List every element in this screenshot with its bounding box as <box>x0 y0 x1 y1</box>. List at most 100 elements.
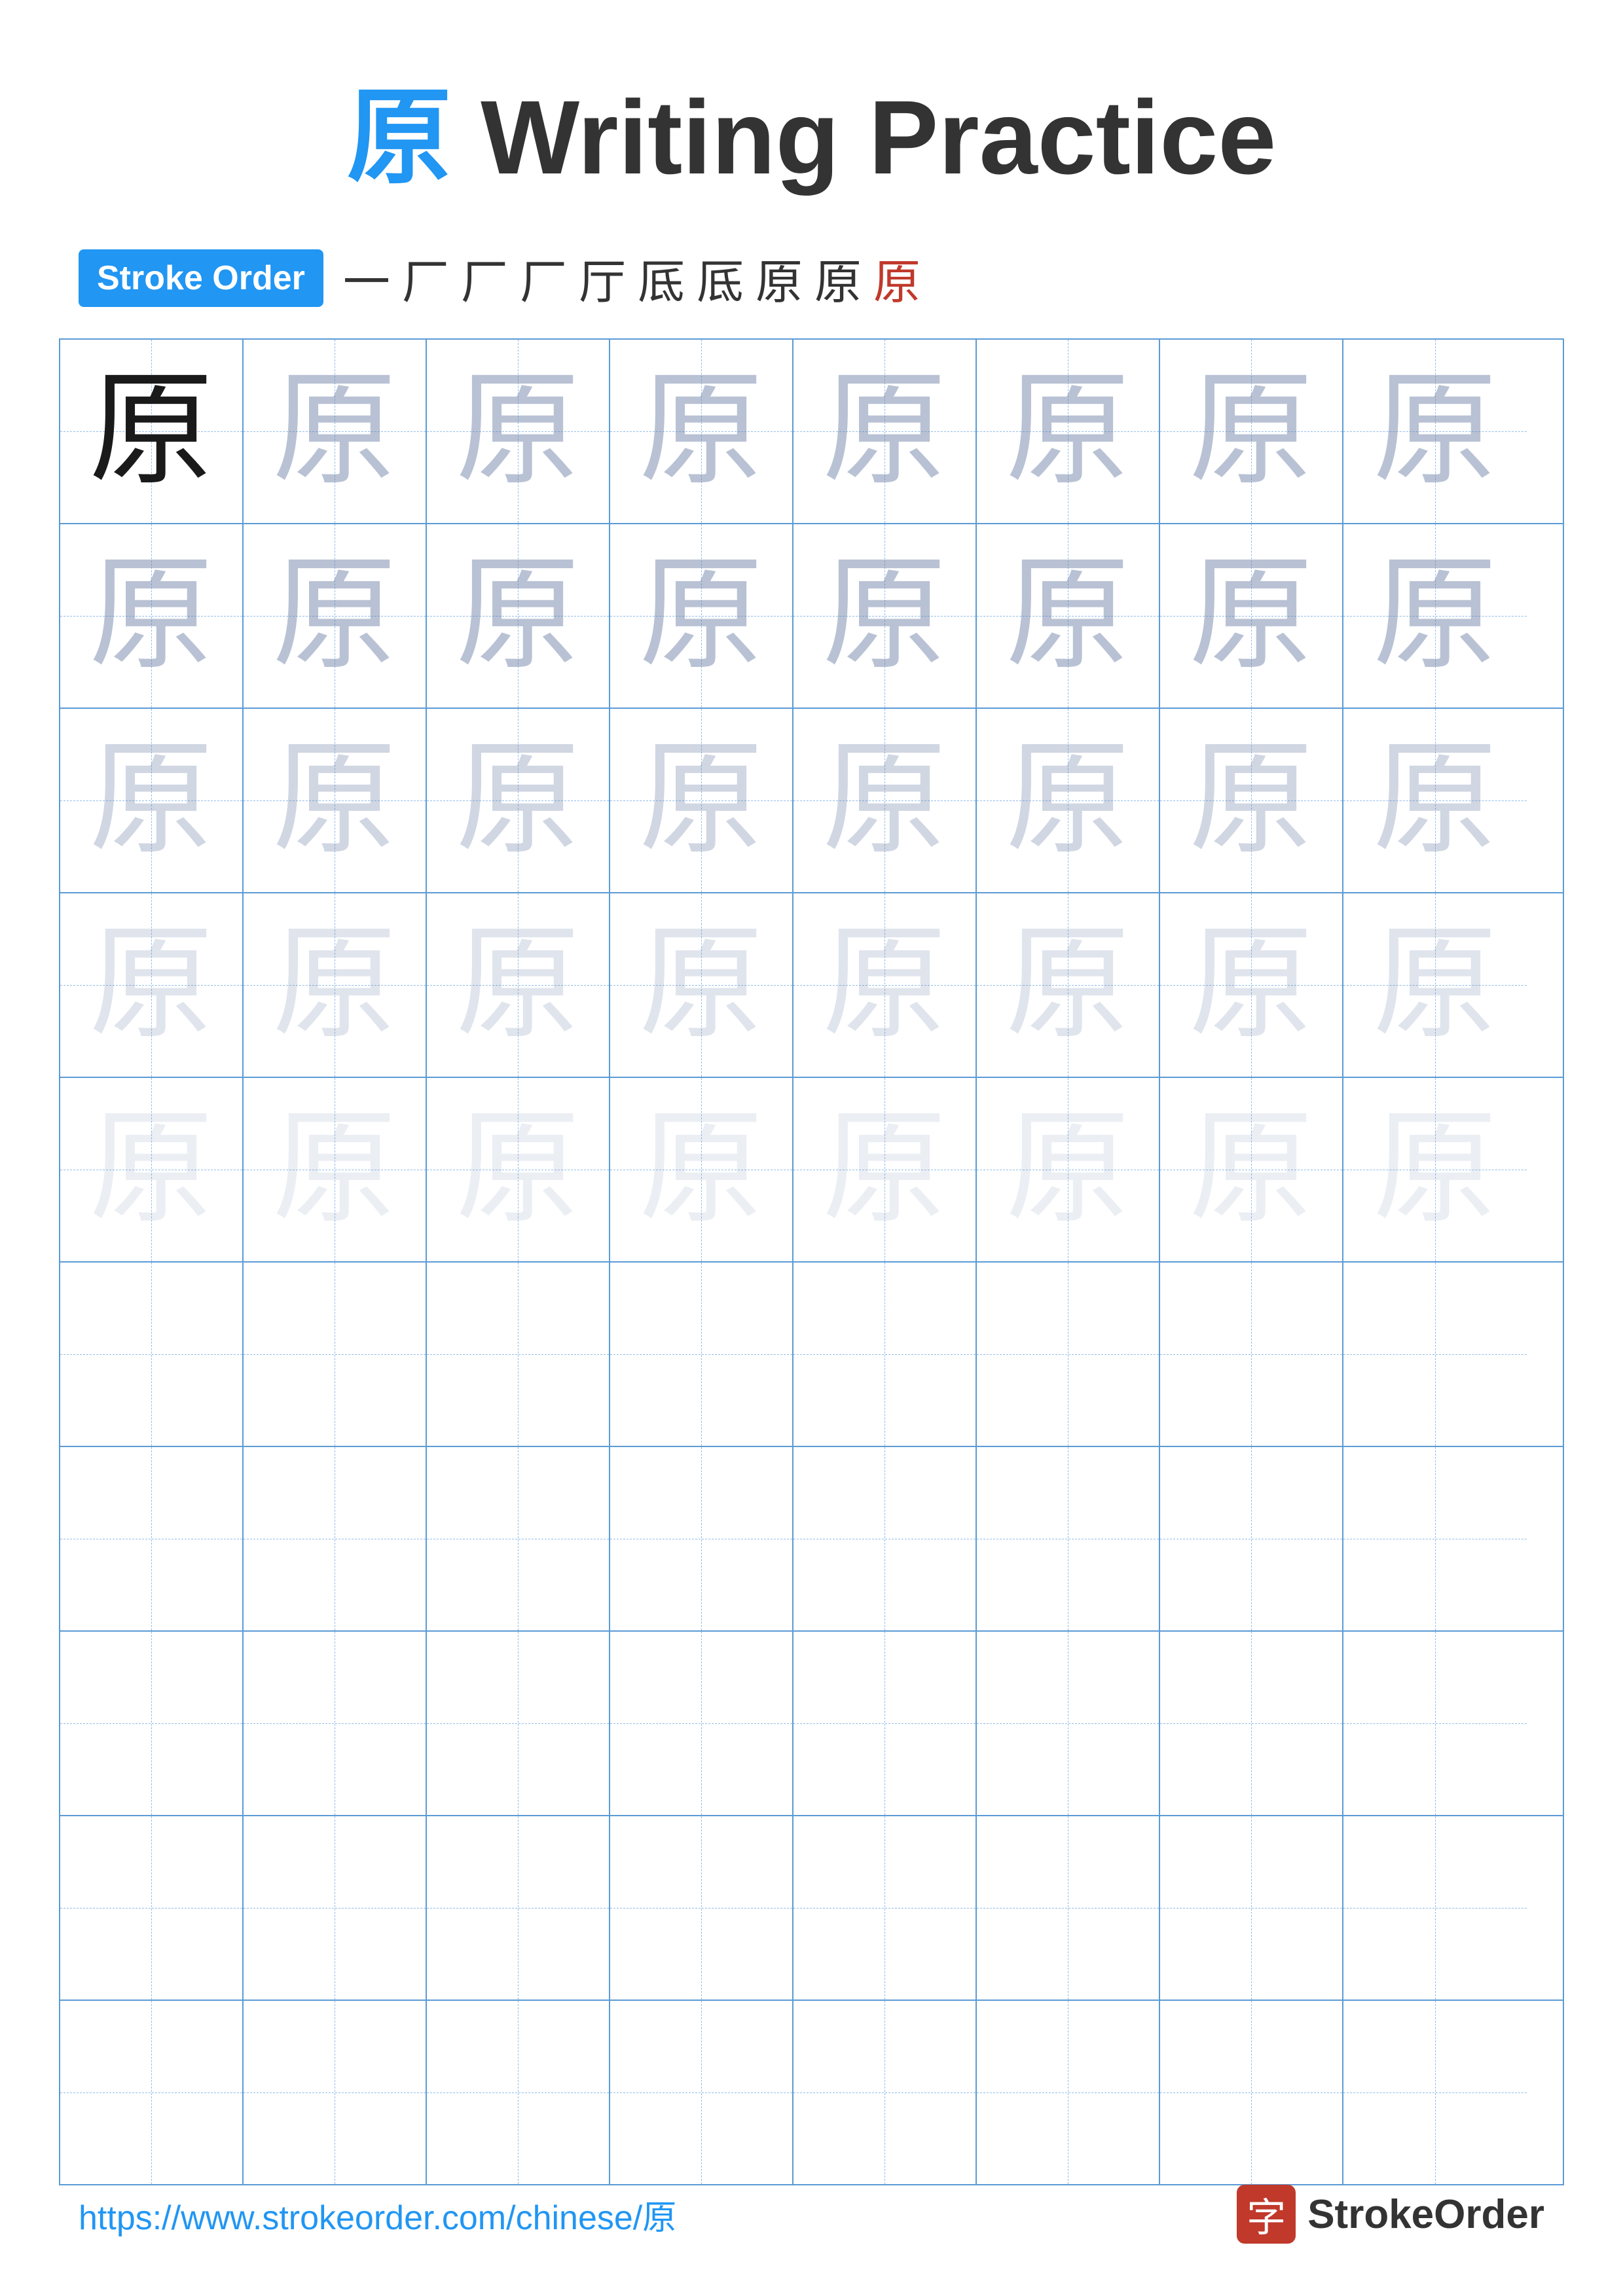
grid-cell-2-5[interactable]: 原 <box>977 709 1160 892</box>
grid-cell-8-5[interactable] <box>977 1816 1160 2000</box>
grid-cell-4-0[interactable]: 原 <box>60 1078 244 1261</box>
grid-cell-1-2[interactable]: 原 <box>427 524 610 708</box>
grid-cell-9-0[interactable] <box>60 2001 244 2184</box>
page-title: 原 Writing Practice <box>0 0 1623 204</box>
cell-character: 原 <box>89 554 213 678</box>
grid-cell-4-3[interactable]: 原 <box>610 1078 793 1261</box>
cell-character: 原 <box>1189 1107 1313 1232</box>
grid-cell-6-7[interactable] <box>1343 1447 1527 1630</box>
cell-character: 原 <box>639 554 763 678</box>
grid-cell-5-6[interactable] <box>1160 1263 1343 1446</box>
grid-cell-6-2[interactable] <box>427 1447 610 1630</box>
grid-cell-6-1[interactable] <box>244 1447 427 1630</box>
grid-cell-3-5[interactable]: 原 <box>977 893 1160 1077</box>
grid-cell-9-7[interactable] <box>1343 2001 1527 2184</box>
footer-url[interactable]: https://www.strokeorder.com/chinese/原 <box>79 2190 676 2239</box>
grid-cell-1-7[interactable]: 原 <box>1343 524 1527 708</box>
grid-cell-7-4[interactable] <box>793 1632 977 1815</box>
footer-logo: 字 StrokeOrder <box>1237 2185 1544 2244</box>
cell-character: 原 <box>822 369 947 493</box>
stroke-step-1: 厂 <box>402 243 449 312</box>
grid-cell-9-2[interactable] <box>427 2001 610 2184</box>
grid-row-0: 原原原原原原原原 <box>60 340 1563 524</box>
grid-cell-9-6[interactable] <box>1160 2001 1343 2184</box>
grid-cell-8-6[interactable] <box>1160 1816 1343 2000</box>
grid-cell-5-5[interactable] <box>977 1263 1160 1446</box>
grid-cell-9-1[interactable] <box>244 2001 427 2184</box>
grid-cell-0-1[interactable]: 原 <box>244 340 427 523</box>
cell-character: 原 <box>89 369 213 493</box>
grid-cell-5-2[interactable] <box>427 1263 610 1446</box>
grid-cell-7-1[interactable] <box>244 1632 427 1815</box>
grid-row-1: 原原原原原原原原 <box>60 524 1563 709</box>
grid-cell-1-3[interactable]: 原 <box>610 524 793 708</box>
grid-cell-7-7[interactable] <box>1343 1632 1527 1815</box>
cell-character: 原 <box>639 923 763 1047</box>
grid-cell-1-5[interactable]: 原 <box>977 524 1160 708</box>
grid-cell-3-3[interactable]: 原 <box>610 893 793 1077</box>
grid-cell-5-3[interactable] <box>610 1263 793 1446</box>
cell-character: 原 <box>639 369 763 493</box>
grid-cell-3-2[interactable]: 原 <box>427 893 610 1077</box>
grid-cell-2-6[interactable]: 原 <box>1160 709 1343 892</box>
grid-cell-2-3[interactable]: 原 <box>610 709 793 892</box>
grid-cell-4-4[interactable]: 原 <box>793 1078 977 1261</box>
grid-cell-4-5[interactable]: 原 <box>977 1078 1160 1261</box>
grid-cell-8-0[interactable] <box>60 1816 244 2000</box>
grid-cell-7-2[interactable] <box>427 1632 610 1815</box>
grid-cell-0-5[interactable]: 原 <box>977 340 1160 523</box>
grid-cell-4-6[interactable]: 原 <box>1160 1078 1343 1261</box>
grid-cell-9-5[interactable] <box>977 2001 1160 2184</box>
grid-cell-3-4[interactable]: 原 <box>793 893 977 1077</box>
grid-cell-9-3[interactable] <box>610 2001 793 2184</box>
grid-cell-7-3[interactable] <box>610 1632 793 1815</box>
grid-cell-8-7[interactable] <box>1343 1816 1527 2000</box>
grid-cell-3-1[interactable]: 原 <box>244 893 427 1077</box>
grid-cell-6-0[interactable] <box>60 1447 244 1630</box>
grid-cell-5-0[interactable] <box>60 1263 244 1446</box>
grid-cell-4-2[interactable]: 原 <box>427 1078 610 1261</box>
cell-character: 原 <box>639 738 763 863</box>
grid-cell-5-4[interactable] <box>793 1263 977 1446</box>
grid-cell-7-0[interactable] <box>60 1632 244 1815</box>
grid-cell-2-0[interactable]: 原 <box>60 709 244 892</box>
grid-cell-3-6[interactable]: 原 <box>1160 893 1343 1077</box>
grid-cell-0-0[interactable]: 原 <box>60 340 244 523</box>
grid-cell-8-1[interactable] <box>244 1816 427 2000</box>
grid-cell-7-6[interactable] <box>1160 1632 1343 1815</box>
grid-cell-6-5[interactable] <box>977 1447 1160 1630</box>
grid-cell-3-0[interactable]: 原 <box>60 893 244 1077</box>
grid-cell-9-4[interactable] <box>793 2001 977 2184</box>
grid-cell-7-5[interactable] <box>977 1632 1160 1815</box>
grid-cell-1-4[interactable]: 原 <box>793 524 977 708</box>
grid-cell-0-3[interactable]: 原 <box>610 340 793 523</box>
grid-row-7 <box>60 1632 1563 1816</box>
cell-character: 原 <box>822 923 947 1047</box>
grid-cell-8-3[interactable] <box>610 1816 793 2000</box>
grid-cell-3-7[interactable]: 原 <box>1343 893 1527 1077</box>
grid-cell-5-7[interactable] <box>1343 1263 1527 1446</box>
grid-cell-4-1[interactable]: 原 <box>244 1078 427 1261</box>
grid-cell-8-4[interactable] <box>793 1816 977 2000</box>
grid-cell-0-7[interactable]: 原 <box>1343 340 1527 523</box>
grid-cell-4-7[interactable]: 原 <box>1343 1078 1527 1261</box>
grid-cell-8-2[interactable] <box>427 1816 610 2000</box>
grid-cell-1-6[interactable]: 原 <box>1160 524 1343 708</box>
grid-cell-2-4[interactable]: 原 <box>793 709 977 892</box>
grid-cell-0-4[interactable]: 原 <box>793 340 977 523</box>
grid-cell-2-7[interactable]: 原 <box>1343 709 1527 892</box>
grid-cell-5-1[interactable] <box>244 1263 427 1446</box>
grid-cell-6-6[interactable] <box>1160 1447 1343 1630</box>
grid-cell-0-6[interactable]: 原 <box>1160 340 1343 523</box>
grid-cell-2-1[interactable]: 原 <box>244 709 427 892</box>
cell-character: 原 <box>272 923 397 1047</box>
stroke-step-5: 厎 <box>638 243 685 312</box>
grid-cell-2-2[interactable]: 原 <box>427 709 610 892</box>
grid-cell-6-3[interactable] <box>610 1447 793 1630</box>
grid-cell-6-4[interactable] <box>793 1447 977 1630</box>
grid-cell-0-2[interactable]: 原 <box>427 340 610 523</box>
grid-cell-1-1[interactable]: 原 <box>244 524 427 708</box>
grid-cell-1-0[interactable]: 原 <box>60 524 244 708</box>
cell-character: 原 <box>1189 923 1313 1047</box>
cell-character: 原 <box>1373 369 1497 493</box>
